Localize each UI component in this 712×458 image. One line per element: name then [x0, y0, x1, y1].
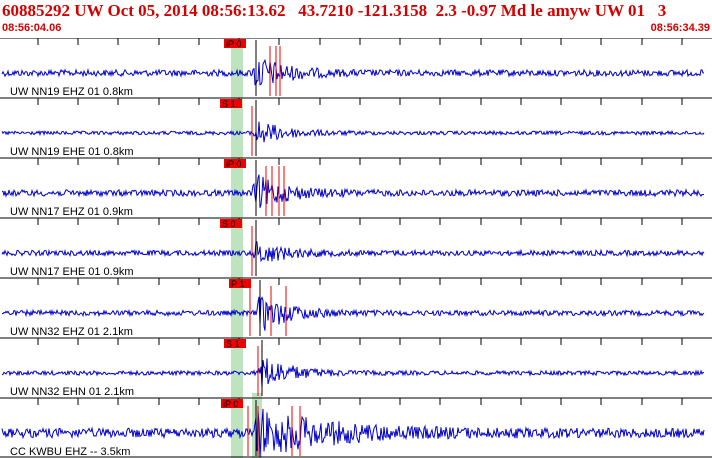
seismogram-panel[interactable]: iP 0 UW NN19 EHZ 01 0.8km S 1 UW NN19 EHE 0…: [0, 38, 712, 458]
phase-pick-label: S 1: [222, 99, 236, 109]
trace-row[interactable]: P 1 UW NN32 EHZ 01 2.1km: [0, 277, 712, 338]
waveform: [1, 58, 705, 86]
trace-row[interactable]: S 0 UW NN17 EHE 01 0.9km: [0, 217, 712, 278]
trace-row[interactable]: iP 0 UW NN17 EHZ 01 0.9km: [0, 157, 712, 218]
phase-pick-label: iP 0: [226, 159, 241, 169]
trace-row[interactable]: S 1 UW NN19 EHE 01 0.8km: [0, 97, 712, 158]
station-label: UW NN17 EHZ 01 0.9km: [10, 206, 133, 218]
end-time: 08:56:34.39: [650, 22, 710, 34]
waveform: [1, 240, 705, 263]
station-label: UW NN17 EHE 01 0.9km: [10, 266, 133, 278]
waveform: [1, 174, 705, 208]
phase-pick-label: iP 0: [226, 39, 241, 49]
station-label: UW NN19 EHZ 01 0.8km: [10, 86, 133, 98]
event-title: 60885292 UW Oct 05, 2014 08:56:13.62 43.…: [2, 1, 667, 20]
trace-row[interactable]: iP 0 CC KWBU EHZ -- 3.5km: [0, 397, 712, 458]
start-time: 08:56:04.06: [2, 22, 62, 34]
waveform: [1, 358, 705, 388]
station-label: UW NN32 EHN 01 2.1km: [10, 386, 134, 398]
phase-pick-label: S 0: [222, 219, 236, 229]
trace-row[interactable]: iP 0 UW NN19 EHZ 01 0.8km: [0, 38, 712, 98]
trace-row[interactable]: S 1 UW NN32 EHN 01 2.1km: [0, 337, 712, 398]
phase-pick-label: iP 0: [223, 399, 238, 409]
phase-pick-label: P 1: [231, 279, 244, 289]
station-label: UW NN19 EHE 01 0.8km: [10, 146, 133, 158]
station-label: CC KWBU EHZ -- 3.5km: [10, 446, 130, 458]
waveform: [1, 121, 705, 143]
station-label: UW NN32 EHZ 01 2.1km: [10, 326, 133, 338]
phase-pick-label: S 1: [226, 339, 240, 349]
